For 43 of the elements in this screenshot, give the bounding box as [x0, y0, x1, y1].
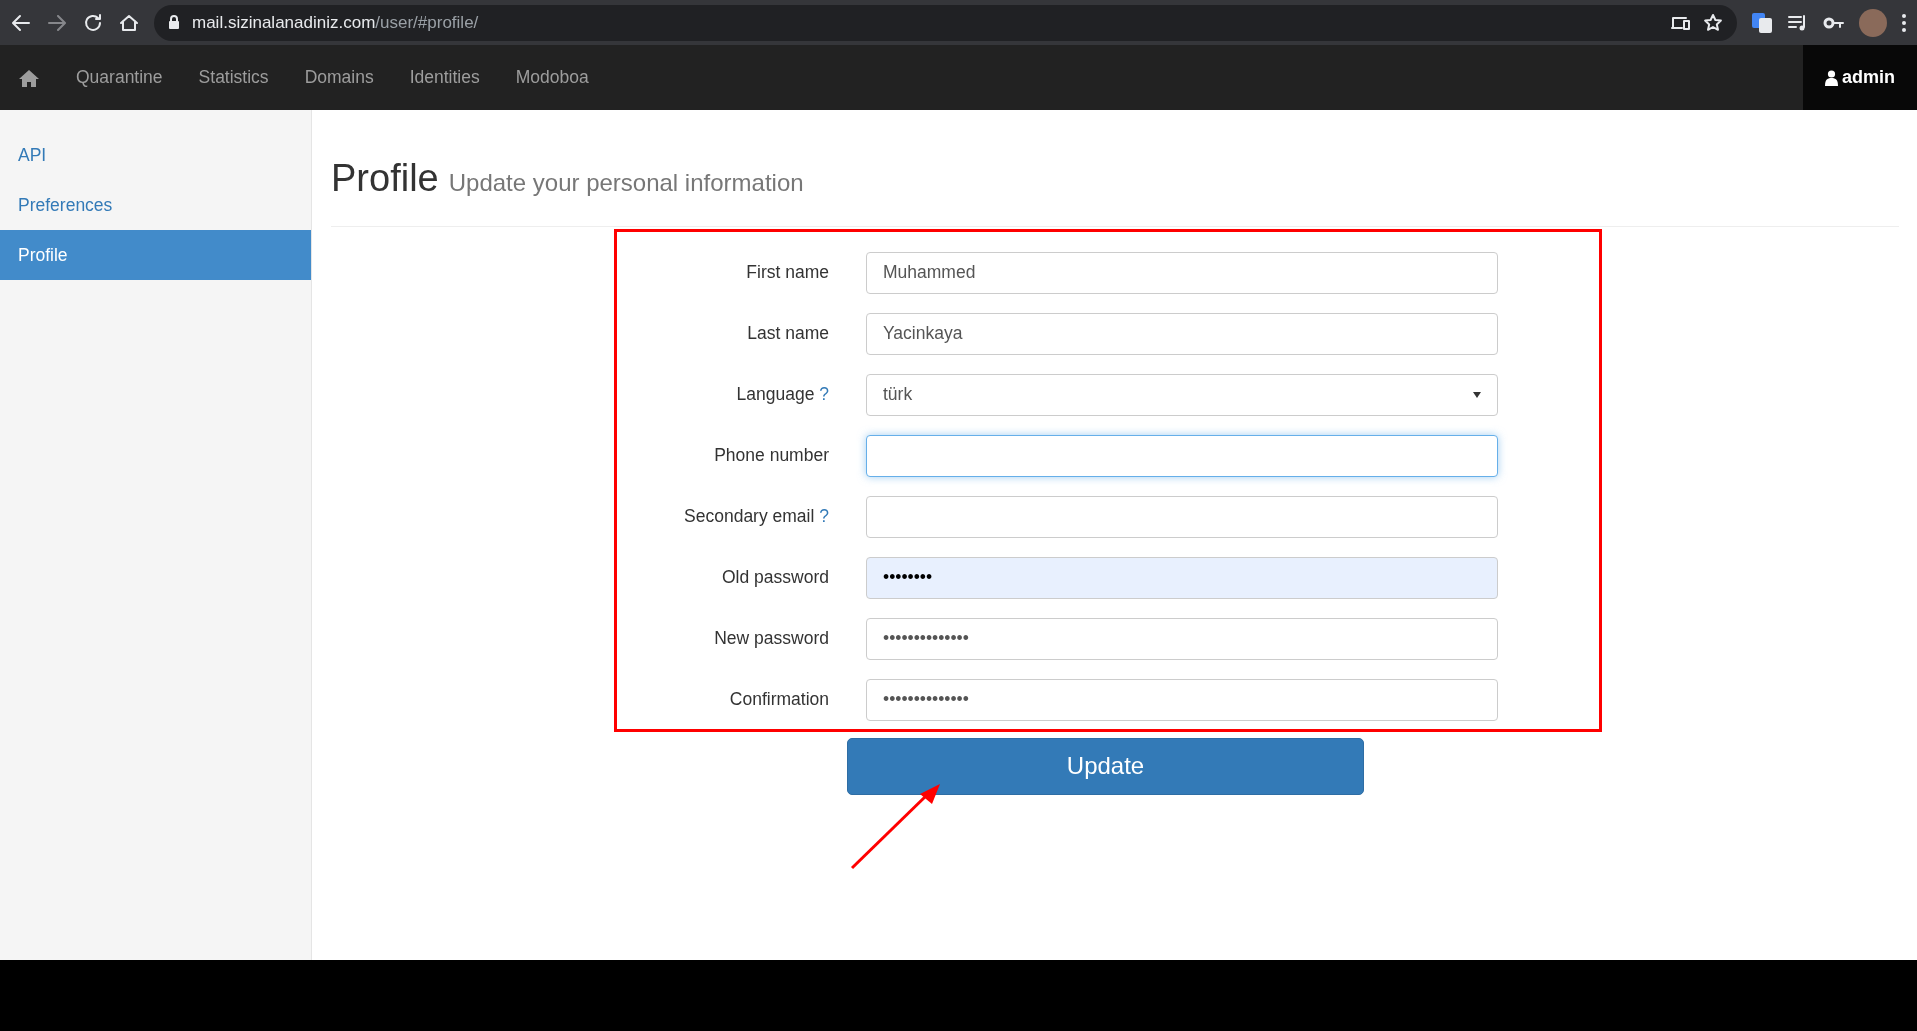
- field-label: Confirmation: [728, 688, 829, 712]
- field-label: Phone number: [713, 444, 829, 468]
- menu-icon[interactable]: [1901, 12, 1907, 33]
- field-label: Secondary email ?: [683, 505, 829, 529]
- url-path: /user/#profile/: [375, 11, 479, 34]
- url-host: mail.sizinalanadiniz.com: [192, 11, 376, 34]
- update-button[interactable]: Update: [847, 737, 1364, 795]
- user-icon: [1825, 69, 1838, 86]
- nav-link[interactable]: Statistics: [180, 45, 287, 110]
- page-title: Profile: [331, 156, 439, 201]
- user-menu[interactable]: admin: [1803, 45, 1917, 110]
- address-bar[interactable]: mail.sizinalanadiniz.com/user/#profile/: [154, 4, 1737, 41]
- help-icon[interactable]: ?: [814, 506, 829, 527]
- password-field[interactable]: ••••••••••••••: [866, 617, 1498, 660]
- translate-icon[interactable]: [1751, 11, 1773, 34]
- input-field[interactable]: Muhammed: [866, 251, 1498, 294]
- reload-icon[interactable]: [82, 11, 104, 34]
- nav-link[interactable]: Domains: [286, 45, 392, 110]
- nav-link[interactable]: Identities: [391, 45, 498, 110]
- home-icon: [18, 68, 40, 87]
- caret-icon: [1473, 391, 1481, 398]
- avatar-icon[interactable]: [1859, 8, 1887, 37]
- input-field[interactable]: [866, 495, 1498, 538]
- select-field[interactable]: türk: [866, 373, 1498, 416]
- sidebar-item[interactable]: Profile: [0, 230, 311, 280]
- sidebar-item[interactable]: API: [0, 130, 311, 180]
- help-icon[interactable]: ?: [814, 384, 829, 405]
- devices-icon[interactable]: [1671, 14, 1691, 31]
- nav-link[interactable]: Quarantine: [58, 45, 181, 110]
- field-label: First name: [745, 261, 829, 285]
- lock-icon: [168, 15, 180, 30]
- input-field[interactable]: [866, 434, 1498, 477]
- star-icon[interactable]: [1703, 12, 1723, 33]
- password-field[interactable]: ••••••••••••••: [866, 678, 1498, 721]
- nav-link[interactable]: Modoboa: [497, 45, 607, 110]
- sidebar-item[interactable]: Preferences: [0, 180, 311, 230]
- field-label: Language ?: [735, 383, 829, 407]
- password-field[interactable]: ••••••••: [866, 556, 1498, 599]
- input-field[interactable]: Yacinkaya: [866, 312, 1498, 355]
- field-label: Last name: [746, 322, 829, 346]
- field-label: Old password: [721, 566, 829, 590]
- page-subtitle: Update your personal information: [448, 168, 804, 198]
- field-label: New password: [713, 627, 829, 651]
